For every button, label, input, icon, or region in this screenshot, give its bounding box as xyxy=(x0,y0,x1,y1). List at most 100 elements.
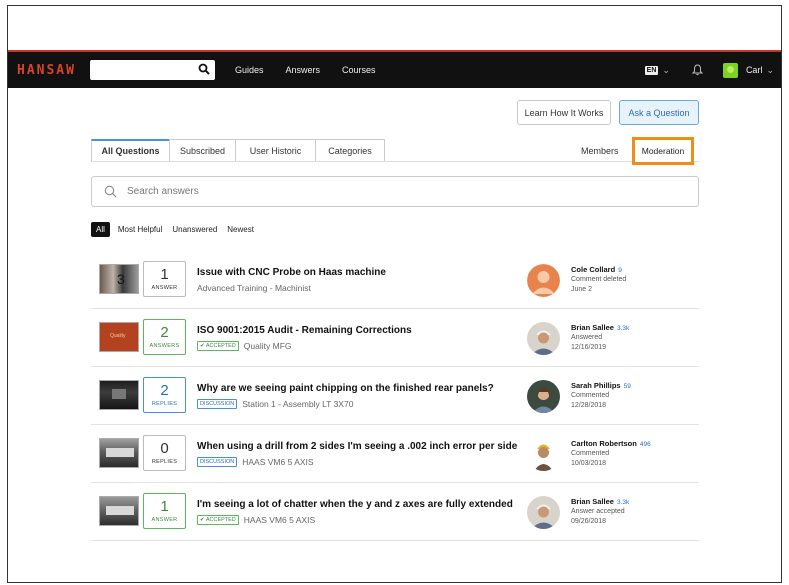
thumbnail-machine-icon xyxy=(106,448,134,457)
question-category[interactable]: HAAS VM6 5 AXIS xyxy=(242,457,313,467)
activity-date: 12/16/2019 xyxy=(571,344,607,351)
last-activity: Brian Sallee 3.3k Answered 12/16/2019 xyxy=(571,323,699,352)
count-number: 0 xyxy=(160,440,169,457)
activity-type: Commented xyxy=(571,450,610,457)
bell-icon[interactable] xyxy=(691,64,703,76)
count-label: ANSWER xyxy=(151,285,178,291)
screenshot-frame: HANSAW Guides Answers Courses EN ⌄ Carl … xyxy=(7,5,782,583)
question-meta: Advanced Training - Machinist xyxy=(197,283,311,293)
user-name[interactable]: Brian Sallee xyxy=(571,497,614,506)
user-reputation: 59 xyxy=(623,383,631,390)
user-avatar[interactable] xyxy=(527,496,560,529)
count-number: 2 xyxy=(160,382,169,399)
question-title[interactable]: When using a drill from 2 sides I'm seei… xyxy=(197,441,517,452)
filter-all[interactable]: All xyxy=(91,222,110,237)
answer-count: 1 ANSWER xyxy=(143,493,186,529)
question-meta: DISCUSSION HAAS VM6 5 AXIS xyxy=(197,457,314,467)
answers-search-box[interactable] xyxy=(91,176,699,207)
nav-link-guides[interactable]: Guides xyxy=(235,65,264,75)
thumbnail-machine-icon xyxy=(106,506,134,515)
thumbnail-screen-icon xyxy=(112,389,126,399)
user-avatar[interactable] xyxy=(527,438,560,471)
user-avatar[interactable] xyxy=(722,62,738,78)
question-row[interactable]: 1 ANSWER I'm seeing a lot of chatter whe… xyxy=(91,483,699,541)
language-selector[interactable]: EN xyxy=(644,65,659,75)
question-filters: All Most Helpful Unanswered Newest xyxy=(91,222,264,237)
count-label: ANSWER xyxy=(151,517,178,523)
tab-subscribed[interactable]: Subscribed xyxy=(169,139,235,162)
search-answers-input[interactable] xyxy=(127,186,527,197)
user-name[interactable]: Carlton Robertson xyxy=(571,439,637,448)
accepted-badge: ✔ ACCEPTED xyxy=(197,515,239,525)
tab-members[interactable]: Members xyxy=(581,146,619,156)
last-activity: Carlton Robertson 496 Commented 10/03/201… xyxy=(571,439,699,468)
user-name[interactable]: Cole Collard xyxy=(571,265,615,274)
nav-search-field[interactable] xyxy=(90,60,215,80)
accepted-badge: ✔ ACCEPTED xyxy=(197,341,239,351)
user-name-line: Brian Sallee 3.3k xyxy=(571,497,699,506)
tab-all-questions[interactable]: All Questions xyxy=(91,139,169,162)
user-reputation: 3.3k xyxy=(616,325,630,332)
question-category[interactable]: Station 1 - Assembly LT 3X70 xyxy=(242,399,353,409)
tab-categories[interactable]: Categories xyxy=(315,139,385,162)
user-avatar[interactable] xyxy=(527,264,560,297)
filter-newest[interactable]: Newest xyxy=(227,225,254,234)
count-label: REPLIES xyxy=(151,401,178,407)
chevron-down-icon[interactable]: ⌄ xyxy=(662,65,670,76)
question-category[interactable]: HAAS VM6 5 AXIS xyxy=(244,515,315,525)
question-meta: ✔ ACCEPTED HAAS VM6 5 AXIS xyxy=(197,515,315,525)
question-row[interactable]: 3 1 ANSWER Issue with CNC Probe on Haas … xyxy=(91,251,699,309)
user-name[interactable]: Carl xyxy=(746,65,763,75)
brand-logo[interactable]: HANSAW xyxy=(17,63,89,78)
question-title[interactable]: Issue with CNC Probe on Haas machine xyxy=(197,267,386,278)
count-label: REPLIES xyxy=(151,459,178,465)
count-number: 1 xyxy=(160,498,169,515)
user-name[interactable]: Sarah Phillips xyxy=(571,381,621,390)
nav-link-courses[interactable]: Courses xyxy=(342,65,376,75)
activity-date: 12/28/2018 xyxy=(571,402,607,409)
question-row[interactable]: Quality 2 ANSWERS ISO 9001:2015 Audit - … xyxy=(91,309,699,367)
question-category[interactable]: Quality MFG xyxy=(244,341,292,351)
reply-count: 0 REPLIES xyxy=(143,435,186,471)
tab-user-historic[interactable]: User Historic xyxy=(235,139,315,162)
question-title[interactable]: I'm seeing a lot of chatter when the y a… xyxy=(197,499,513,510)
question-thumbnail[interactable] xyxy=(99,496,139,526)
filter-most-helpful[interactable]: Most Helpful xyxy=(118,225,162,234)
learn-how-it-works-button[interactable]: Learn How It Works xyxy=(517,100,611,125)
user-name-line: Carlton Robertson 496 xyxy=(571,439,699,448)
filter-unanswered[interactable]: Unanswered xyxy=(172,225,217,234)
question-thumbnail[interactable]: Quality xyxy=(99,322,139,352)
activity-date: 09/26/2018 xyxy=(571,518,607,525)
question-row[interactable]: 0 REPLIES When using a drill from 2 side… xyxy=(91,425,699,483)
top-navbar: HANSAW Guides Answers Courses EN ⌄ Carl … xyxy=(8,50,781,88)
answer-count: 2 ANSWERS xyxy=(143,319,186,355)
chevron-down-icon[interactable]: ⌄ xyxy=(766,65,774,76)
thumbnail-label: 3 xyxy=(117,271,125,287)
answer-count: 1 ANSWER xyxy=(143,261,186,297)
activity-date: June 2 xyxy=(571,286,593,293)
user-reputation: 496 xyxy=(639,441,651,448)
question-thumbnail[interactable]: 3 xyxy=(99,264,139,294)
thumbnail-label: Quality xyxy=(110,333,126,339)
activity-date: 10/03/2018 xyxy=(571,460,607,467)
count-label: ANSWERS xyxy=(149,343,180,349)
question-meta: DISCUSSION Station 1 - Assembly LT 3X70 xyxy=(197,399,353,409)
search-icon[interactable] xyxy=(198,63,210,75)
question-thumbnail[interactable] xyxy=(99,438,139,468)
user-name[interactable]: Brian Sallee xyxy=(571,323,614,332)
question-thumbnail[interactable] xyxy=(99,380,139,410)
discussion-badge: DISCUSSION xyxy=(197,457,238,467)
tab-moderation[interactable]: Moderation xyxy=(632,137,694,165)
activity-type: Answered xyxy=(571,334,603,341)
ask-question-button[interactable]: Ask a Question xyxy=(619,100,699,125)
user-reputation: 3.3k xyxy=(616,499,630,506)
user-avatar[interactable] xyxy=(527,322,560,355)
user-avatar[interactable] xyxy=(527,380,560,413)
question-row[interactable]: 2 REPLIES Why are we seeing paint chippi… xyxy=(91,367,699,425)
user-reputation: 9 xyxy=(618,267,622,274)
question-title[interactable]: Why are we seeing paint chipping on the … xyxy=(197,383,494,394)
nav-links: Guides Answers Courses xyxy=(235,65,398,75)
question-category[interactable]: Advanced Training - Machinist xyxy=(197,283,311,293)
nav-link-answers[interactable]: Answers xyxy=(286,65,321,75)
question-title[interactable]: ISO 9001:2015 Audit - Remaining Correcti… xyxy=(197,325,412,336)
